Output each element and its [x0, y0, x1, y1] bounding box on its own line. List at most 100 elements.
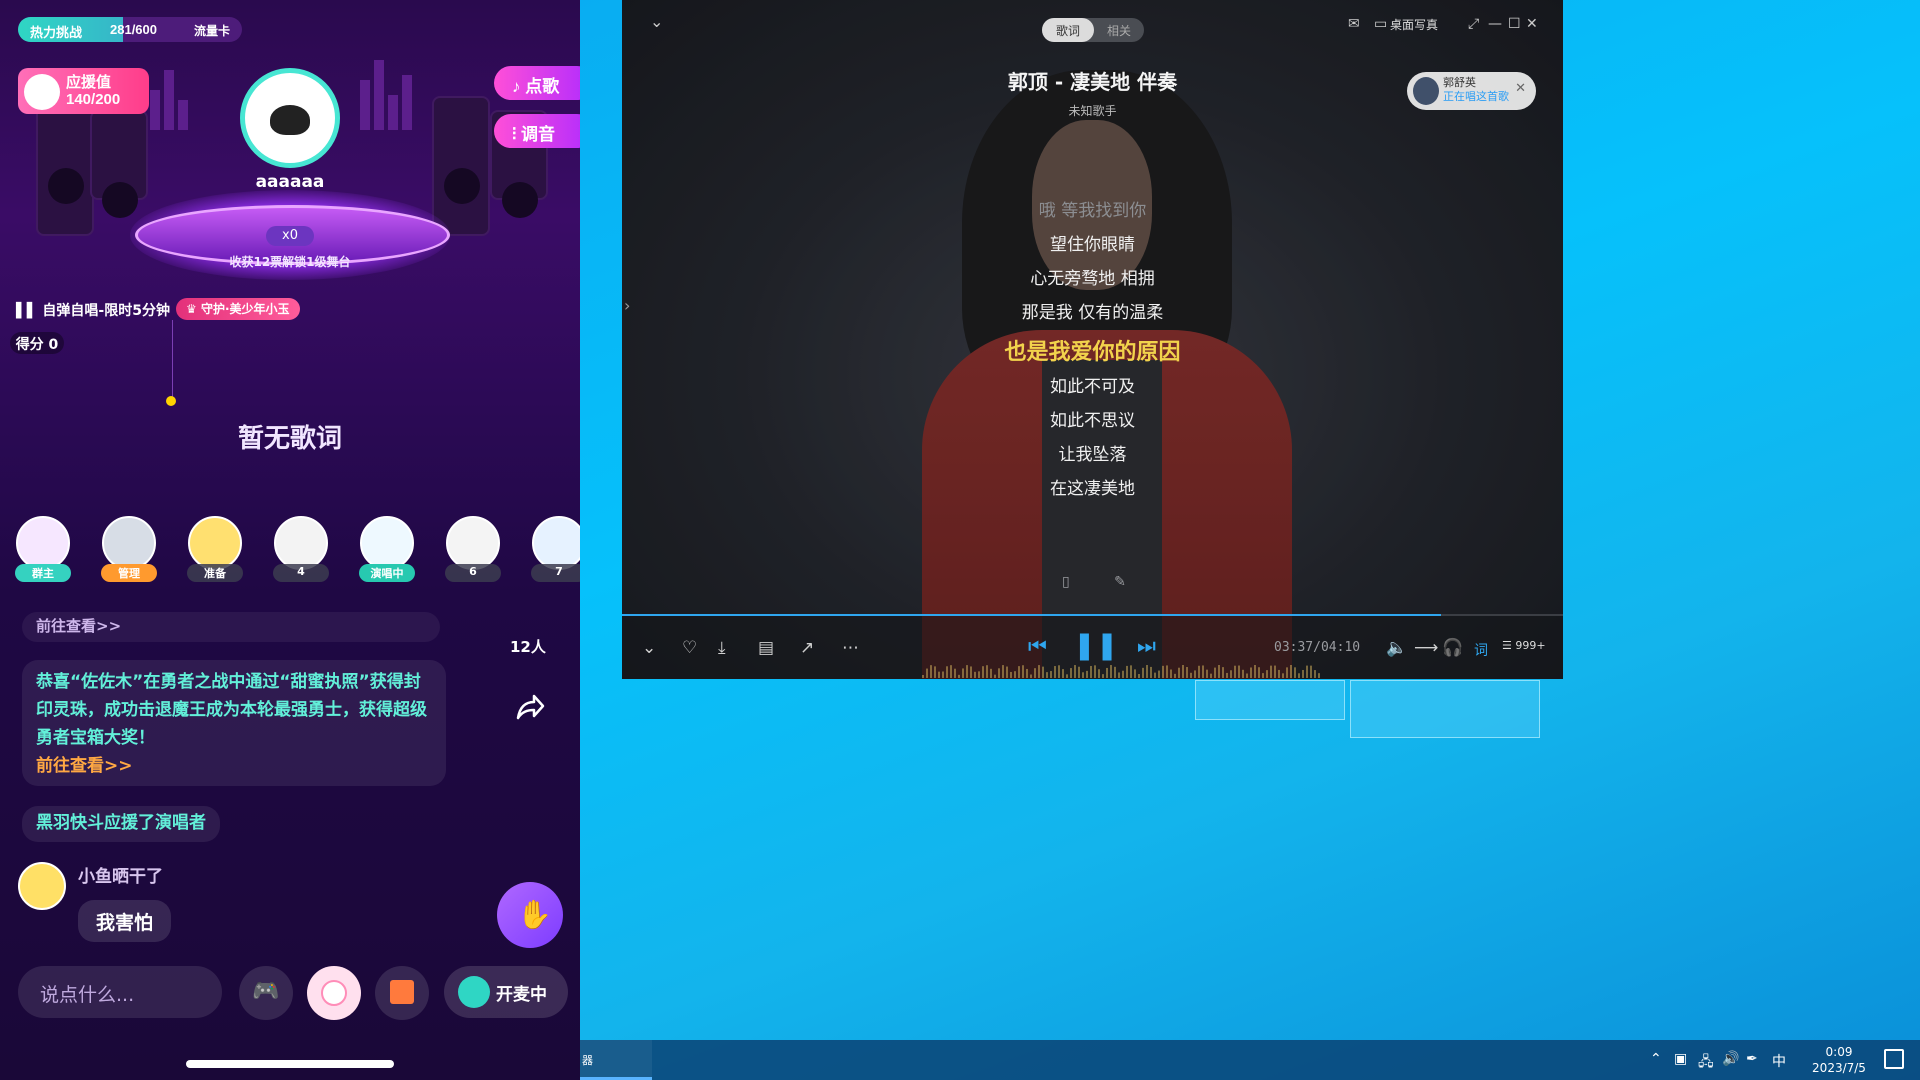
close-card-icon[interactable]: ✕	[1515, 82, 1526, 96]
mic-status-label: 开麦中	[496, 985, 547, 1005]
game-button[interactable]: 🎮	[239, 966, 293, 1020]
tray-overflow-chevron-icon[interactable]: ⌃	[1650, 1051, 1662, 1067]
seat-avatar[interactable]	[532, 516, 580, 570]
visualizer-bar	[1022, 665, 1024, 678]
input-method-indicator[interactable]: 中	[1772, 1051, 1786, 1071]
visualizer-bar	[1122, 670, 1124, 678]
visualizer-bar	[966, 665, 968, 678]
mic-toggle-button[interactable]: 开麦中	[444, 966, 568, 1018]
chat-username[interactable]: 小鱼晒干了	[78, 862, 163, 887]
seat-avatar[interactable]	[360, 516, 414, 570]
share-icon-player[interactable]: ↗	[800, 638, 814, 658]
mic-seat[interactable]: 管理	[98, 516, 160, 582]
visualizer-bar	[1218, 665, 1220, 678]
previous-track-icon[interactable]: ⏮	[1028, 634, 1047, 659]
visualizer-bar	[1118, 672, 1120, 678]
seat-tag: 群主	[15, 564, 71, 582]
gift-icon	[390, 980, 414, 1004]
seat-avatar[interactable]	[16, 516, 70, 570]
mic-seat[interactable]: 准备	[184, 516, 246, 582]
lyrics-toggle-button[interactable]: 词	[1474, 640, 1488, 660]
collapse-player-icon[interactable]: ⌄	[642, 638, 656, 658]
lyric-edit-icon[interactable]: ✎	[1114, 574, 1126, 590]
minimize-icon[interactable]: —	[1488, 16, 1502, 32]
singer-avatar[interactable]	[240, 68, 340, 168]
audience-count[interactable]: 12人	[510, 636, 546, 657]
visualizer-bar	[978, 671, 980, 678]
visualizer-bar	[1206, 669, 1208, 678]
heat-challenge-bar[interactable]: 热力挑战 281/600 流量卡	[18, 17, 242, 42]
partial-link-text[interactable]: 前往查看>>	[36, 617, 121, 635]
visualizer-bar	[1010, 671, 1012, 678]
seat-avatar[interactable]	[446, 516, 500, 570]
tune-button[interactable]: ⫶ 调音	[494, 114, 580, 148]
mail-icon[interactable]: ✉	[1348, 16, 1360, 32]
chat-user-avatar[interactable]	[18, 862, 66, 910]
gift-button[interactable]	[375, 966, 429, 1020]
notification-center-icon[interactable]	[1884, 1049, 1904, 1069]
mic-seat[interactable]: 6	[442, 516, 504, 582]
comment-icon[interactable]: ▤	[758, 638, 774, 658]
visualizer-bar	[994, 674, 996, 678]
playlist-icon: ☰	[1502, 639, 1512, 652]
singer-notification-card[interactable]: 郭舒英 正在唱这首歌 ✕	[1407, 72, 1536, 110]
tray-app-icon[interactable]: ▣	[1674, 1051, 1687, 1067]
lyric-copy-icon[interactable]: ▯	[1062, 574, 1070, 590]
mic-seat[interactable]: 群主	[12, 516, 74, 582]
lyric-line: 让我坠落	[1058, 445, 1127, 465]
tab-related[interactable]: 相关	[1094, 18, 1144, 42]
visualizer-bar	[930, 665, 932, 678]
desktop-portrait-button[interactable]: 桌面写真	[1390, 16, 1438, 33]
guard-badge[interactable]: ♛ 守护·美少年小玉	[176, 298, 300, 320]
chat-input[interactable]: 说点什么...	[18, 966, 222, 1018]
more-icon[interactable]: ⋯	[842, 638, 859, 658]
playlist-count: 999+	[1515, 639, 1546, 652]
emoji-button[interactable]	[307, 966, 361, 1020]
request-song-button[interactable]: ♪ 点歌	[494, 66, 580, 100]
visualizer-bar	[946, 666, 948, 678]
volume-icon[interactable]: 🔈	[1386, 638, 1407, 658]
close-icon[interactable]: ✕	[1526, 16, 1538, 32]
visualizer-bar	[1258, 667, 1260, 678]
home-indicator[interactable]	[186, 1060, 394, 1068]
score-badge: 得分 0	[10, 332, 64, 354]
monitor-icon[interactable]: ▭	[1374, 16, 1387, 32]
current-lyric-line: 也是我爱你的原因	[1004, 340, 1181, 365]
clap-button[interactable]: ✋	[497, 882, 563, 948]
seat-avatar[interactable]	[188, 516, 242, 570]
next-track-icon[interactable]: ⏭	[1137, 634, 1156, 659]
maximize-icon[interactable]: ☐	[1508, 16, 1521, 32]
announcement-text: 恭喜“佐佐木”在勇者之战中通过“甜蜜执照”获得封印灵珠，成功击退魔王成为本轮最强…	[36, 672, 427, 748]
collapse-chevron-icon[interactable]: ⌄	[650, 12, 663, 31]
cheer-value-card[interactable]: 应援值 140/200	[18, 68, 149, 114]
visualizer-bar	[1230, 670, 1232, 678]
visualizer-bar	[1062, 669, 1064, 678]
system-announcement: 恭喜“佐佐木”在勇者之战中通过“甜蜜执照”获得封印灵珠，成功击退魔王成为本轮最强…	[22, 660, 446, 786]
mic-seat[interactable]: 4	[270, 516, 332, 582]
visualizer-bar	[1086, 670, 1088, 678]
pause-icon[interactable]: ❚❚	[1073, 630, 1118, 661]
tab-lyrics[interactable]: 歌词	[1042, 18, 1094, 42]
like-heart-icon[interactable]: ♡	[682, 638, 697, 658]
headphones-icon[interactable]: 🎧	[1442, 638, 1463, 658]
taskbar-clock[interactable]: 0:09 2023/7/5	[1804, 1044, 1874, 1076]
announcement-link[interactable]: 前往查看>>	[36, 756, 133, 776]
seat-avatar[interactable]	[102, 516, 156, 570]
visualizer-bar	[1126, 665, 1128, 678]
taskbar-app-button[interactable]: 器	[580, 1040, 652, 1080]
pen-icon[interactable]: ✒	[1746, 1051, 1758, 1067]
speaker-icon[interactable]: 🔊	[1722, 1051, 1739, 1067]
download-icon[interactable]: ⤓	[718, 638, 726, 658]
seat-avatar[interactable]	[274, 516, 328, 570]
visualizer-bar	[1182, 665, 1184, 678]
share-icon[interactable]	[512, 690, 546, 724]
mic-seat[interactable]: 演唱中	[356, 516, 418, 582]
visualizer-bar	[1266, 670, 1268, 678]
visualizer-bar	[1178, 667, 1180, 678]
visualizer-bar	[1274, 665, 1276, 678]
mic-seat[interactable]: 7	[528, 516, 580, 582]
network-icon[interactable]: 🖧	[1698, 1051, 1714, 1075]
playlist-button[interactable]: ☰ 999+	[1502, 639, 1546, 652]
playback-mode-icon[interactable]: ⟶	[1414, 638, 1438, 658]
fullscreen-icon[interactable]: ⤢	[1468, 16, 1479, 32]
